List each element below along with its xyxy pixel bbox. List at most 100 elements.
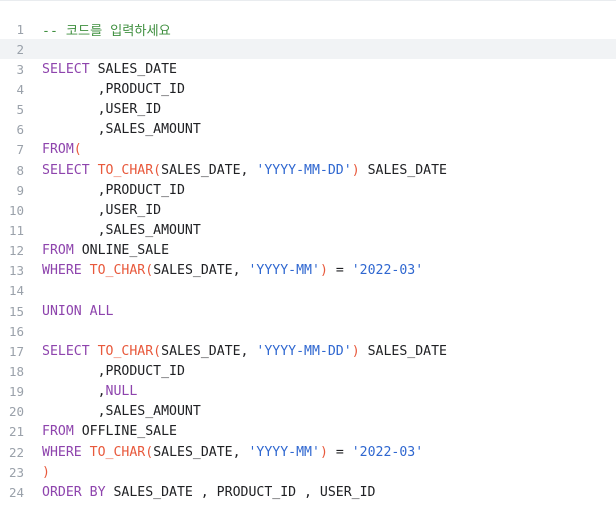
- code-text[interactable]: FROM ONLINE_SALE: [42, 243, 169, 258]
- code-line[interactable]: 21 FROM OFFLINE_SALE: [0, 422, 616, 442]
- code-text[interactable]: -- 코드를 입력하세요: [42, 20, 171, 39]
- code-token: ONLINE_SALE: [73, 243, 170, 259]
- code-line[interactable]: 9 ,PRODUCT_ID: [0, 180, 616, 200]
- code-token: SALES_DATE: [359, 343, 447, 359]
- code-line[interactable]: 14: [0, 281, 616, 301]
- code-token: SALES_DATE: [359, 162, 447, 178]
- code-token: ,USER_ID: [42, 102, 162, 118]
- code-line[interactable]: 22 WHERE TO_CHAR(SALES_DATE, 'YYYY-MM') =…: [0, 442, 616, 462]
- code-text[interactable]: ): [42, 465, 50, 480]
- code-token: ,USER_ID: [42, 202, 162, 218]
- code-line[interactable]: 12 FROM ONLINE_SALE: [0, 241, 616, 261]
- code-line[interactable]: 24 ORDER BY SALES_DATE , PRODUCT_ID , USE…: [0, 482, 616, 502]
- code-text[interactable]: ,SALES_AMOUNT: [42, 223, 201, 238]
- code-text[interactable]: SELECT SALES_DATE: [42, 62, 177, 77]
- code-line[interactable]: 3 SELECT SALES_DATE: [0, 59, 616, 79]
- code-token: TO_CHAR(: [89, 263, 154, 279]
- code-token: 'YYYY-MM': [248, 444, 320, 460]
- code-text[interactable]: SELECT TO_CHAR(SALES_DATE, 'YYYY-MM-DD')…: [42, 163, 447, 178]
- code-token: ,SALES_AMOUNT: [42, 222, 201, 238]
- code-text[interactable]: FROM(: [42, 142, 82, 157]
- code-line[interactable]: 5 ,USER_ID: [0, 100, 616, 120]
- code-token: TO_CHAR(: [97, 162, 162, 178]
- code-text[interactable]: FROM OFFLINE_SALE: [42, 424, 177, 439]
- code-line[interactable]: 20 ,SALES_AMOUNT: [0, 402, 616, 422]
- code-line[interactable]: 7 FROM(: [0, 140, 616, 160]
- code-token: SALES_DATE,: [153, 263, 249, 279]
- code-line[interactable]: 19 ,NULL: [0, 382, 616, 402]
- code-line[interactable]: 15 UNION ALL: [0, 301, 616, 321]
- line-number: 10: [8, 202, 24, 218]
- line-number: 19: [8, 384, 24, 400]
- code-token: 'YYYY-MM-DD': [256, 343, 352, 359]
- code-text[interactable]: ,PRODUCT_ID: [42, 82, 185, 97]
- code-token: FROM: [42, 243, 74, 259]
- code-text[interactable]: ,SALES_AMOUNT: [42, 122, 201, 137]
- code-token: ): [42, 464, 50, 480]
- code-text[interactable]: UNION ALL: [42, 304, 113, 319]
- code-token: NULL: [105, 384, 138, 400]
- code-token: SELECT: [42, 162, 90, 178]
- code-token: (: [73, 142, 82, 158]
- code-line[interactable]: 8 SELECT TO_CHAR(SALES_DATE, 'YYYY-MM-DD'…: [0, 160, 616, 180]
- code-token: FROM: [42, 424, 74, 440]
- code-token: OFFLINE_SALE: [73, 424, 177, 440]
- line-number: 17: [8, 343, 24, 359]
- code-token: ,PRODUCT_ID: [42, 182, 185, 198]
- code-token: 'YYYY-MM': [248, 263, 320, 279]
- code-token: TO_CHAR(: [97, 343, 162, 359]
- line-number: 21: [8, 424, 24, 440]
- code-text[interactable]: ,PRODUCT_ID: [42, 364, 185, 379]
- line-number: 6: [16, 122, 24, 138]
- code-text[interactable]: ,USER_ID: [42, 102, 162, 118]
- code-line[interactable]: 6 ,SALES_AMOUNT: [0, 120, 616, 140]
- code-token: '2022-03': [351, 444, 424, 460]
- code-text[interactable]: WHERE TO_CHAR(SALES_DATE, 'YYYY-MM') = '…: [42, 263, 423, 278]
- code-line[interactable]: 2: [0, 39, 616, 60]
- code-text[interactable]: ,PRODUCT_ID: [42, 183, 185, 198]
- code-token: ): [351, 343, 360, 359]
- code-text[interactable]: ,NULL: [42, 384, 138, 400]
- code-text[interactable]: ,USER_ID: [42, 202, 162, 218]
- line-number: 3: [16, 61, 24, 77]
- code-line[interactable]: 18 ,PRODUCT_ID: [0, 361, 616, 381]
- code-token: UNION ALL: [42, 303, 114, 319]
- code-token: SALES_DATE: [89, 61, 177, 77]
- line-number: 22: [8, 444, 24, 460]
- code-text[interactable]: SELECT TO_CHAR(SALES_DATE, 'YYYY-MM-DD')…: [42, 344, 447, 359]
- line-number: 11: [8, 222, 24, 238]
- code-token: WHERE: [42, 263, 82, 279]
- line-number: 8: [16, 162, 24, 178]
- code-text[interactable]: WHERE TO_CHAR(SALES_DATE, 'YYYY-MM') = '…: [42, 445, 423, 460]
- code-token: ): [319, 263, 328, 279]
- code-token: ): [351, 162, 360, 178]
- code-token: ,PRODUCT_ID: [42, 81, 185, 97]
- code-token: WHERE: [42, 444, 82, 460]
- line-number: 23: [8, 464, 24, 480]
- code-text[interactable]: ORDER BY SALES_DATE , PRODUCT_ID , USER_…: [42, 485, 375, 500]
- code-lines[interactable]: 1 -- 코드를 입력하세요 2 3 SELECT SALES_DATE 4 ,PRODU…: [0, 19, 616, 502]
- code-line[interactable]: 23): [0, 462, 616, 482]
- code-token: ORDER BY: [42, 484, 106, 500]
- code-line[interactable]: 17 SELECT TO_CHAR(SALES_DATE, 'YYYY-MM-DD…: [0, 341, 616, 361]
- line-number: 15: [8, 303, 24, 319]
- code-line[interactable]: 13 WHERE TO_CHAR(SALES_DATE, 'YYYY-MM') =…: [0, 261, 616, 281]
- line-number: 13: [8, 263, 24, 279]
- code-line[interactable]: 10 ,USER_ID: [0, 200, 616, 220]
- code-text[interactable]: ,SALES_AMOUNT: [42, 404, 201, 419]
- code-token: TO_CHAR(: [89, 444, 154, 460]
- code-line[interactable]: 11 ,SALES_AMOUNT: [0, 220, 616, 240]
- code-line[interactable]: 4 ,PRODUCT_ID: [0, 79, 616, 99]
- code-editor[interactable]: 1 -- 코드를 입력하세요 2 3 SELECT SALES_DATE 4 ,PRODU…: [0, 0, 616, 528]
- code-token: SALES_DATE,: [161, 162, 257, 178]
- code-token: =: [327, 263, 352, 279]
- code-line[interactable]: 1 -- 코드를 입력하세요: [0, 19, 616, 39]
- line-number: 7: [16, 142, 24, 158]
- line-number: 20: [8, 404, 24, 420]
- code-token: ,SALES_AMOUNT: [42, 404, 201, 420]
- code-line[interactable]: 16: [0, 321, 616, 341]
